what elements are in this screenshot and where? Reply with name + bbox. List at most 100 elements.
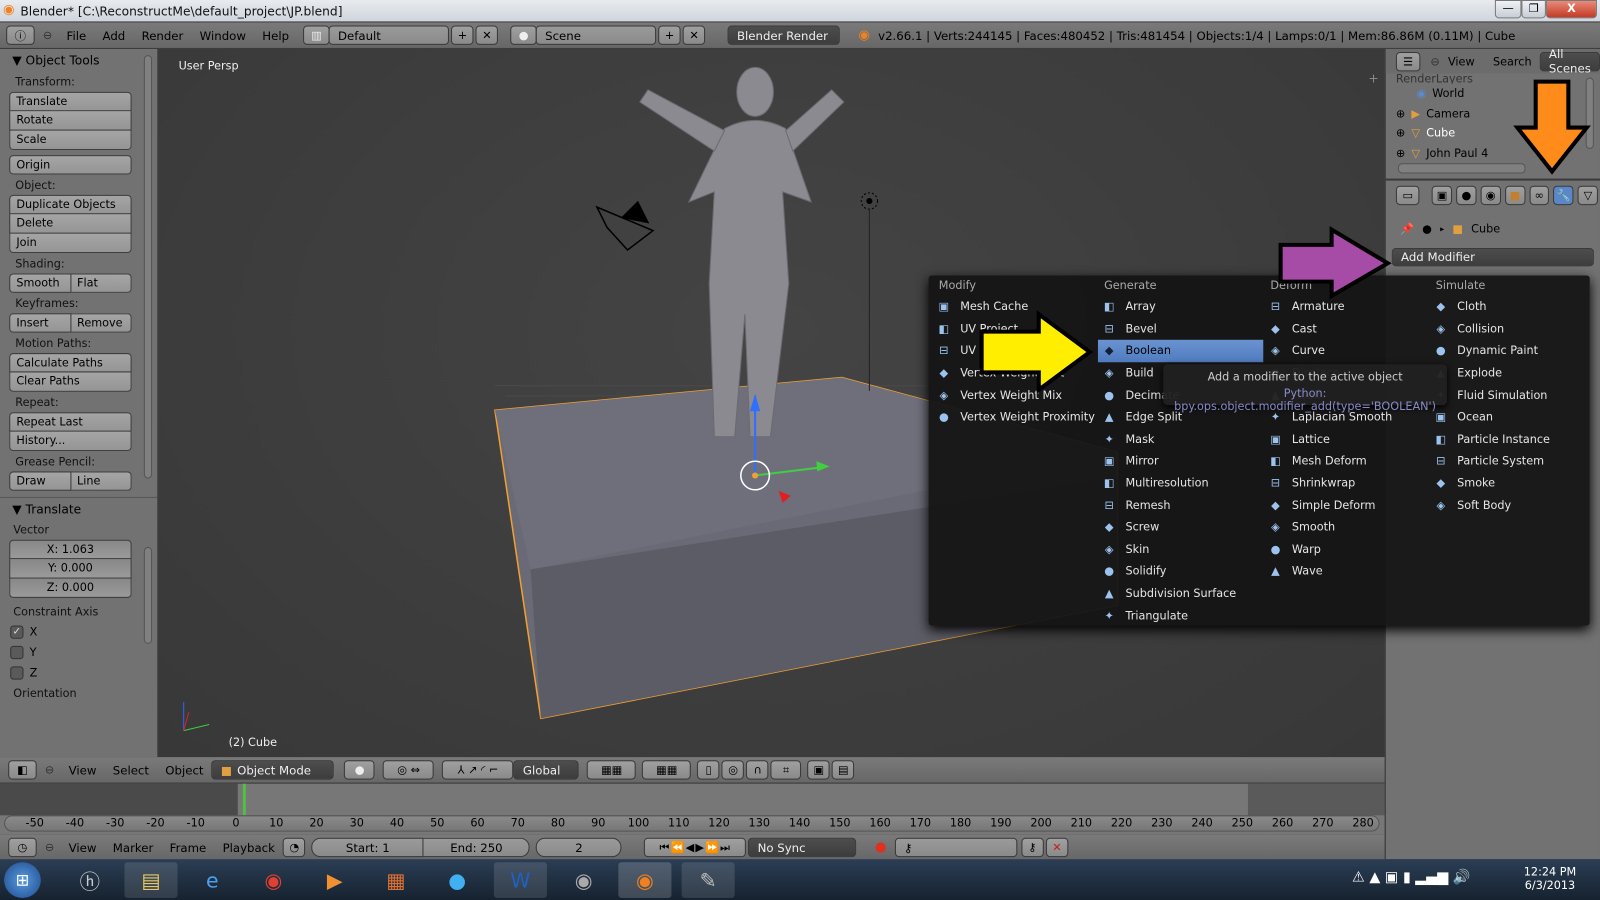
translate-button[interactable]: Translate bbox=[9, 91, 132, 112]
outliner-item-world[interactable]: ◉ World bbox=[1386, 84, 1600, 104]
snap-element-icon[interactable]: ⌗ bbox=[770, 760, 802, 780]
draw-button[interactable]: Draw bbox=[9, 471, 71, 491]
timeline-editor-icon[interactable]: ◷ bbox=[8, 837, 37, 858]
menu-item-armature[interactable]: ⊟ Armature bbox=[1264, 296, 1429, 318]
menu-help[interactable]: Help bbox=[254, 28, 297, 42]
menu-playback[interactable]: Playback bbox=[214, 840, 283, 854]
menu-item-uv-warp[interactable]: ⊟ UV Warp bbox=[933, 340, 1098, 362]
restore-button[interactable]: ❐ bbox=[1521, 0, 1546, 19]
outliner-editor-icon[interactable]: ☰ bbox=[1395, 51, 1421, 71]
menu-item-wave[interactable]: ▲ Wave bbox=[1264, 560, 1429, 582]
menu-render[interactable]: Render bbox=[133, 28, 191, 42]
internet-explorer-icon[interactable]: e bbox=[186, 862, 239, 898]
delete-button[interactable]: Delete bbox=[9, 214, 132, 234]
menu-item-fluid-simulation[interactable]: ✦Fluid Simulation bbox=[1430, 384, 1595, 406]
manipulator-icons[interactable]: ⅄ ↗ ◜ ⌐ bbox=[442, 760, 514, 780]
scale-button[interactable]: Scale bbox=[9, 130, 132, 150]
translate-panel-header[interactable]: ▼ Translate bbox=[0, 496, 158, 519]
collapse-icon[interactable]: ⊖ bbox=[39, 763, 61, 776]
viewport-shading-icon[interactable]: ● bbox=[344, 760, 375, 780]
minimize-button[interactable]: — bbox=[1494, 0, 1522, 19]
pin-icon[interactable]: 📌 bbox=[1400, 222, 1414, 235]
menu-item-multiresolution[interactable]: ◧ Multiresolution bbox=[1098, 472, 1263, 494]
menu-item-particle-system[interactable]: ⊟ Particle System bbox=[1430, 450, 1595, 472]
add-region-icon[interactable]: + bbox=[1368, 71, 1378, 85]
scene-field[interactable]: Scene bbox=[535, 25, 657, 45]
flat-button[interactable]: Flat bbox=[70, 273, 132, 293]
menu-item-mirror[interactable]: ▣ Mirror bbox=[1098, 450, 1263, 472]
insert-keyframe-icon[interactable]: ⚷ bbox=[1021, 837, 1044, 858]
object-tools-panel-header[interactable]: ▼ Object Tools bbox=[0, 49, 157, 71]
clear-paths-button[interactable]: Clear Paths bbox=[9, 372, 132, 392]
eye-app-icon[interactable]: ◉ bbox=[557, 862, 610, 898]
mode-select[interactable]: ■ Object Mode bbox=[211, 760, 335, 780]
menu-item-simple-deform[interactable]: ◆ Simple Deform bbox=[1264, 494, 1429, 516]
timeline-ruler[interactable]: -50 -40 -30 -20 -10 0 10 20 30 40 50 60 70 80 90 100 110… bbox=[4, 815, 1380, 832]
smooth-button[interactable]: Smooth bbox=[9, 273, 71, 293]
menu-item-cast[interactable]: ◆ Cast bbox=[1264, 318, 1429, 340]
menu-view[interactable]: View bbox=[1448, 55, 1475, 68]
scene-icon[interactable]: ● bbox=[510, 25, 537, 45]
render-icon[interactable]: ▣ bbox=[807, 760, 831, 780]
tab-scene-icon[interactable]: ● bbox=[1456, 185, 1477, 205]
menu-item-smoke[interactable]: ◆ Smoke bbox=[1430, 472, 1595, 494]
end-frame-field[interactable]: End: 250 bbox=[423, 837, 531, 858]
info-editor-icon[interactable]: ⓘ bbox=[6, 25, 35, 45]
menu-item-vertex-weight-mix[interactable]: ◈ Vertex Weight Mix bbox=[933, 384, 1098, 406]
add-layout-button[interactable]: + bbox=[451, 25, 474, 45]
menu-item-warp[interactable]: ● Warp bbox=[1264, 538, 1429, 560]
collapse-icon[interactable]: ⊖ bbox=[37, 29, 59, 42]
office-app-icon[interactable]: ▦ bbox=[369, 862, 422, 898]
constraint-z-checkbox[interactable]: Z bbox=[0, 662, 157, 682]
tool-shelf-scrollbar[interactable] bbox=[143, 55, 153, 479]
vector-y-field[interactable]: Y: 0.000 bbox=[9, 559, 132, 579]
tab-data-icon[interactable]: ▽ bbox=[1577, 185, 1598, 205]
menu-frame[interactable]: Frame bbox=[162, 840, 215, 854]
menu-window[interactable]: Window bbox=[192, 28, 255, 42]
snap-icon[interactable]: ∩ bbox=[746, 760, 769, 780]
menu-item-triangulate[interactable]: ✦ Triangulate bbox=[1098, 604, 1263, 626]
menu-item-vertex-weight-edit[interactable]: ◆ Vertex Weight Edit bbox=[933, 362, 1098, 384]
render-engine-select[interactable]: Blender Render bbox=[727, 25, 841, 45]
menu-item-skin[interactable]: ◈ Skin bbox=[1098, 538, 1263, 560]
menu-view[interactable]: View bbox=[60, 763, 104, 777]
display-mode-select[interactable]: All Scenes bbox=[1539, 47, 1600, 76]
layers-grid-a[interactable]: ▦▦ bbox=[587, 760, 637, 780]
start-frame-field[interactable]: Start: 1 bbox=[311, 837, 424, 858]
menu-item-solidify[interactable]: ● Solidify bbox=[1098, 560, 1263, 582]
menu-marker[interactable]: Marker bbox=[105, 840, 162, 854]
remove-layout-button[interactable]: ✕ bbox=[475, 25, 499, 45]
lock-camera-icon[interactable]: ▯ bbox=[697, 760, 720, 780]
keying-set-field[interactable]: ⚷ bbox=[894, 837, 1018, 858]
vector-z-field[interactable]: Z: 0.000 bbox=[9, 578, 132, 598]
menu-item-screw[interactable]: ◆ Screw bbox=[1098, 516, 1263, 538]
current-frame-field[interactable]: 2 bbox=[536, 837, 622, 858]
playback-controls[interactable]: ⏮⏪◀▶⏩⏭ bbox=[644, 837, 747, 858]
history-button[interactable]: History... bbox=[9, 431, 132, 452]
origin-button[interactable]: Origin bbox=[9, 155, 132, 175]
menu-item-mask[interactable]: ✦ Mask bbox=[1098, 428, 1263, 450]
outliner-item-camera[interactable]: ⊕ ▶ Camera bbox=[1386, 104, 1600, 124]
menu-item-remesh[interactable]: ⊟ Remesh bbox=[1098, 494, 1263, 516]
transform-orientation-select[interactable]: Global bbox=[513, 760, 580, 780]
constraint-y-checkbox[interactable]: Y bbox=[0, 642, 157, 662]
tab-object-icon[interactable]: ■ bbox=[1504, 185, 1526, 205]
menu-item-mesh-cache[interactable]: ▣ Mesh Cache bbox=[933, 296, 1098, 318]
tab-world-icon[interactable]: ◉ bbox=[1480, 185, 1501, 205]
menu-file[interactable]: File bbox=[58, 28, 94, 42]
menu-item-shrinkwrap[interactable]: ⊟ Shrinkwrap bbox=[1264, 472, 1429, 494]
outliner-item-john-paul-4[interactable]: ⊕ ▽ John Paul 4 bbox=[1386, 143, 1600, 163]
menu-item-ocean[interactable]: ▣ Ocean bbox=[1430, 406, 1595, 428]
insert-keyframe-button[interactable]: Insert bbox=[9, 313, 71, 333]
remove-keyframe-button[interactable]: Remove bbox=[70, 313, 132, 333]
outliner-item-cube[interactable]: ⊕ ▽ Cube bbox=[1386, 123, 1600, 143]
screen-layout-field[interactable]: Default bbox=[328, 25, 450, 45]
constraint-x-checkbox[interactable]: ✓ X bbox=[0, 621, 157, 641]
vector-x-field[interactable]: X: 1.063 bbox=[9, 539, 132, 560]
file-explorer-icon[interactable]: ▤ bbox=[124, 862, 178, 898]
menu-item-soft-body[interactable]: ◈ Soft Body bbox=[1430, 494, 1595, 516]
outliner-hscrollbar[interactable] bbox=[1397, 163, 1526, 174]
join-button[interactable]: Join bbox=[9, 233, 132, 254]
hp-app-icon[interactable]: ⓗ bbox=[63, 862, 116, 898]
menu-item-uv-project[interactable]: ◧ UV Project bbox=[933, 318, 1098, 340]
